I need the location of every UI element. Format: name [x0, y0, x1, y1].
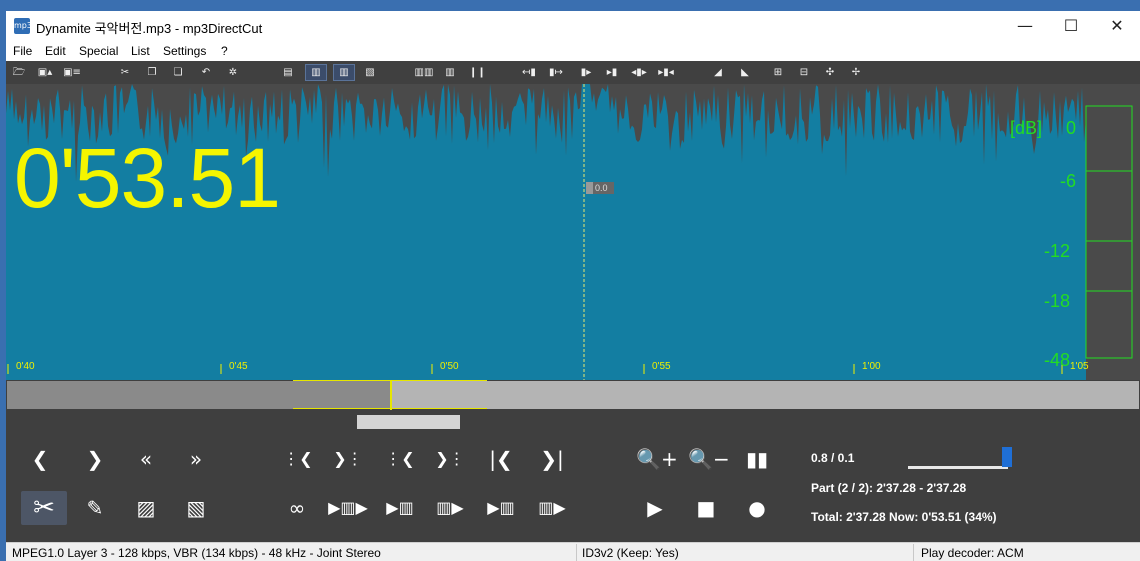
selection-end-forward-button[interactable]: ❯⋮ [429, 443, 471, 475]
selection-start-back-button[interactable]: ⋮❮ [277, 443, 319, 475]
window-title: Dynamite 국악버전.mp3 - mp3DirectCut [36, 21, 263, 36]
step-forward-button[interactable]: ❯ [74, 443, 116, 475]
fade-in-icon[interactable]: ◢ [710, 65, 726, 80]
step-back-button[interactable]: ❮ [19, 443, 61, 475]
db-level-label: -18 [1044, 291, 1071, 311]
loop-button[interactable]: ∞ [276, 492, 318, 524]
minimize-button[interactable]: — [1002, 11, 1048, 41]
undo-icon[interactable]: ↶ [198, 65, 214, 80]
waveform[interactable] [6, 84, 1140, 380]
status-divider [576, 544, 577, 561]
menu-edit[interactable]: Edit [45, 44, 66, 58]
cue-right-icon[interactable]: ▸▮ [604, 65, 620, 80]
fast-back-button[interactable]: « [125, 443, 167, 475]
marker-icon[interactable]: ▥ [443, 65, 457, 80]
ruler-label: 1'05 [1070, 361, 1089, 372]
edit-button[interactable]: ✎ [74, 492, 116, 524]
zoom-in-button[interactable]: 🔍+ [636, 443, 678, 475]
play-after-button[interactable]: ▥▶ [531, 492, 573, 524]
fade-out-icon[interactable]: ◣ [737, 65, 753, 80]
close-button[interactable]: ✕ [1094, 11, 1140, 41]
menu-help[interactable]: ? [221, 44, 228, 58]
go-end-button[interactable]: ❯| [531, 443, 573, 475]
ruler-label: 1'00 [862, 361, 881, 372]
cue-in-icon[interactable]: ↤▮ [521, 65, 537, 80]
document-2-icon[interactable]: ▥ [333, 64, 355, 81]
paste-icon[interactable]: ❏ [170, 65, 186, 80]
pause-marker-icon[interactable]: ❙❙ [469, 65, 486, 80]
play-to-marker-button[interactable]: ▶▥ [379, 492, 421, 524]
ruler-label: 0'45 [229, 361, 248, 372]
shrink-icon[interactable]: ✢ [847, 65, 865, 80]
menu-bar: File Edit Special List Settings ? [6, 41, 1140, 61]
db-level-label: -6 [1060, 171, 1077, 191]
play-end-button[interactable]: ▶▥ [480, 492, 522, 524]
db-unit-label: [dB] [1010, 118, 1043, 138]
status-decoder: Play decoder: ACM [921, 546, 1024, 560]
status-divider [913, 544, 914, 561]
play-button[interactable]: ▶ [634, 492, 676, 524]
selection-end-back-button[interactable]: ⋮❮ [379, 443, 421, 475]
volume-icon[interactable]: ⊟ [796, 65, 812, 80]
play-selection-button[interactable]: ▶▥▶ [327, 492, 369, 524]
db-level-label: -48 [1044, 350, 1071, 370]
cut-icon[interactable]: ✂ [117, 65, 133, 80]
cue-split-icon[interactable]: ▮▸ [578, 65, 594, 80]
title-bar: mp3 Dynamite 국악버전.mp3 - mp3DirectCut — ☐… [6, 11, 1140, 41]
volume-slider-thumb[interactable] [1002, 447, 1012, 467]
toolbar: 🗁 ▣▴ ▣≡ ✂ ❐ ❏ ↶ ✲ ▤ ▥ ▥ ▧ ▥▥ ▥ ❙❙ ↤▮ ▮↦ … [6, 61, 1140, 84]
expand-icon[interactable]: ✣ [821, 65, 839, 80]
cue-outer-icon[interactable]: ▸▮◂ [656, 65, 676, 80]
copy-icon[interactable]: ❐ [144, 65, 160, 80]
cut-button[interactable]: ✂ [21, 491, 67, 525]
record-button[interactable]: ● [736, 492, 778, 524]
ruler-label: 0'50 [440, 361, 459, 372]
go-start-button[interactable]: |❮ [480, 443, 522, 475]
document-3-icon[interactable]: ▧ [362, 65, 378, 80]
open-icon[interactable]: 🗁 [10, 65, 28, 80]
cursor-level-tag: 0.0 [586, 182, 614, 194]
volume-slider-track[interactable] [908, 466, 1008, 469]
ruler-label: 0'40 [16, 361, 35, 372]
cue-out-icon[interactable]: ▮↦ [548, 65, 564, 80]
menu-special[interactable]: Special [79, 44, 118, 58]
menu-settings[interactable]: Settings [163, 44, 206, 58]
status-tag: ID3v2 (Keep: Yes) [582, 546, 679, 560]
waveform-display[interactable]: 0'53.51 0.0 0'40 0'45 0'50 0'55 1'00 1'0… [6, 84, 1140, 380]
save-selection-icon[interactable]: ▣≡ [61, 65, 83, 80]
document-icon[interactable]: ▤ [280, 65, 296, 80]
menu-file[interactable]: File [13, 44, 32, 58]
fade-2-button[interactable]: ▧ [175, 492, 217, 524]
settings-icon[interactable]: ✲ [225, 65, 241, 80]
menu-list[interactable]: List [131, 44, 150, 58]
current-time-display: 0'53.51 [14, 131, 281, 225]
cue-both-icon[interactable]: ◂▮▸ [627, 65, 651, 80]
zoom-out-button[interactable]: 🔍− [688, 443, 730, 475]
level-meter-button[interactable]: ▮▮ [736, 443, 778, 475]
document-1-icon[interactable]: ▥ [305, 64, 327, 81]
part-readout: Part (2 / 2): 2'37.28 - 2'37.28 [811, 481, 967, 495]
normalize-icon[interactable]: ⊞ [770, 65, 786, 80]
status-bar: MPEG1.0 Layer 3 - 128 kbps, VBR (134 kbp… [6, 542, 1140, 561]
status-format: MPEG1.0 Layer 3 - 128 kbps, VBR (134 kbp… [12, 546, 381, 560]
app-window: mp3 Dynamite 국악버전.mp3 - mp3DirectCut — ☐… [6, 11, 1140, 561]
zoom-readout: 0.8 / 0.1 [811, 451, 855, 465]
fast-forward-button[interactable]: » [175, 443, 217, 475]
marker-list-icon[interactable]: ▥▥ [412, 65, 436, 80]
horizontal-scroll-thumb[interactable] [357, 415, 460, 429]
db-level-label: 0 [1066, 118, 1077, 138]
save-icon[interactable]: ▣▴ [34, 65, 56, 80]
db-level-label: -12 [1044, 241, 1071, 261]
overview-bar[interactable] [6, 380, 1140, 414]
app-icon: mp3 [14, 18, 32, 34]
total-readout: Total: 2'37.28 Now: 0'53.51 (34%) [811, 510, 997, 524]
ruler-label: 0'55 [652, 361, 671, 372]
play-from-marker-button[interactable]: ▥▶ [429, 492, 471, 524]
selection-start-forward-button[interactable]: ❯⋮ [327, 443, 369, 475]
overview-position-marker[interactable] [390, 380, 392, 410]
maximize-button[interactable]: ☐ [1048, 11, 1094, 41]
fade-button[interactable]: ▨ [125, 492, 167, 524]
stop-button[interactable]: ■ [685, 492, 727, 524]
